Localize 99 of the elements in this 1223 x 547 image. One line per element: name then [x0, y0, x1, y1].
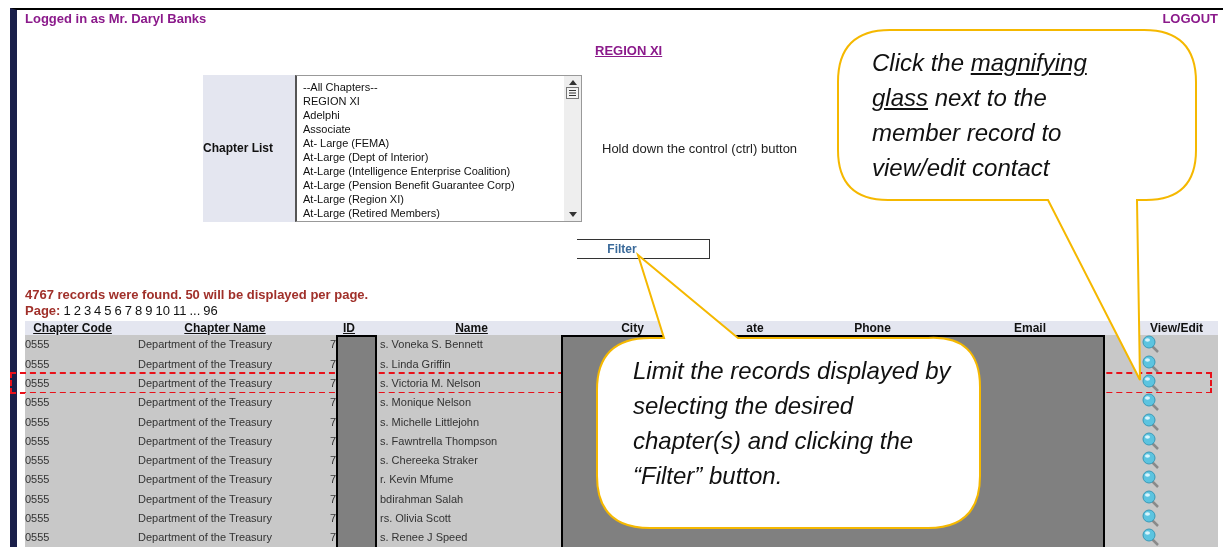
logout-link[interactable]: LOGOUT	[1162, 11, 1218, 27]
table-cell-text: s. Renee J Speed	[379, 531, 469, 544]
table-cell-text: 7	[330, 338, 338, 351]
magnifier-icon[interactable]	[1142, 528, 1159, 547]
chapter-option[interactable]: --All Chapters--	[303, 79, 564, 94]
page-link[interactable]: 2	[73, 302, 81, 318]
table-cell-text: 0555	[25, 473, 51, 486]
table-cell-text: s. Chereeka Straker	[379, 454, 479, 467]
table-cell-text: 7	[330, 434, 338, 447]
table-cell-text: Department of the Treasury	[137, 338, 273, 351]
page-link[interactable]: 6	[114, 302, 122, 318]
table-cell-text: Department of the Treasury	[137, 376, 273, 389]
filter-button[interactable]: Filter	[577, 238, 710, 259]
magnifier-icon[interactable]	[1142, 509, 1159, 528]
table-cell-text: Department of the Treasury	[137, 415, 273, 428]
table-cell-text: 7	[330, 531, 338, 544]
table-cell-text: 0555	[25, 512, 51, 525]
table-cell-text: Department of the Treasury	[137, 473, 273, 486]
logged-in-user: Logged in as Mr. Daryl Banks	[25, 11, 207, 27]
table-cell-text: 0555	[25, 415, 51, 428]
page-link[interactable]: 11	[173, 302, 187, 318]
table-cell-text: 7	[330, 415, 338, 428]
table-cell-text: Department of the Treasury	[137, 454, 273, 467]
table-cell-text: 7	[330, 473, 338, 486]
chapter-option[interactable]: At-Large (Retired Members)	[303, 205, 564, 220]
table-cell-text: 7	[330, 396, 338, 409]
table-cell-text: Department of the Treasury	[137, 531, 273, 544]
chapter-listbox[interactable]	[295, 74, 582, 222]
page-link[interactable]: 9	[145, 302, 153, 318]
table-cell-text: bdirahman Salah	[379, 492, 465, 505]
table-cell-text: 0555	[25, 338, 51, 351]
scroll-down-icon[interactable]	[568, 211, 577, 217]
magnifier-icon[interactable]	[1142, 354, 1159, 373]
table-cell-text: s. Voneka S. Bennett	[379, 338, 484, 351]
table-cell-text: rs. Olivia Scott	[379, 512, 452, 525]
table-cell-text: 7	[330, 512, 338, 525]
column-header: Email	[1013, 320, 1047, 335]
column-header: View/Edit	[1148, 320, 1205, 335]
column-header: City	[620, 320, 645, 335]
page-link[interactable]: 1	[63, 302, 71, 318]
table-cell-text: Department of the Treasury	[137, 396, 273, 409]
table-cell-text: 7	[330, 376, 338, 389]
table-cell-text: 0555	[25, 454, 51, 467]
chapter-option[interactable]: At-Large (Pension Benefit Guarantee Corp)	[303, 177, 564, 192]
table-cell-text: 0555	[25, 357, 51, 370]
records-summary: 4767 records were found. 50 will be displayed per page.	[25, 286, 370, 302]
table-cell-text: s. Fawntrella Thompson	[379, 434, 499, 447]
page-link[interactable]: 3	[83, 302, 92, 318]
column-header[interactable]: Name	[368, 320, 575, 335]
selection-hint: Hold down the control (ctrl) button	[602, 140, 798, 156]
table-cell-text: 7	[330, 492, 338, 505]
region-link[interactable]: REGION XI	[581, 42, 663, 59]
table-cell-text: 7	[330, 454, 338, 467]
table-cell-text: 0555	[25, 531, 51, 544]
column-header: Phone	[853, 320, 892, 335]
scroll-thumb-icon[interactable]	[566, 87, 579, 100]
callout-text: Click the magnifying glass next to the member record to view/edit contact	[872, 48, 1088, 183]
chapter-option[interactable]: At-Large (Region XI)	[303, 191, 564, 206]
table-cell-text: Department of the Treasury	[137, 357, 273, 370]
chapter-option[interactable]: Associate	[303, 121, 564, 136]
magnifier-icon[interactable]	[1142, 470, 1159, 489]
scroll-up-icon[interactable]	[568, 79, 577, 85]
table-cell-text: s. Linda Griffin	[379, 357, 452, 370]
table-cell-text: Department of the Treasury	[137, 512, 273, 525]
chapter-option[interactable]: At- Large (FEMA)	[303, 135, 564, 150]
chapter-option[interactable]: REGION XI	[303, 93, 564, 108]
page-link[interactable]: 10	[155, 302, 170, 318]
column-header: ate	[745, 320, 765, 335]
chapter-option[interactable]: At-Large (Dept of Interior)	[303, 149, 564, 164]
column-header[interactable]: Chapter Name	[120, 320, 330, 335]
table-cell-text: s. Monique Nelson	[379, 396, 473, 409]
chapter-list-label: Chapter List	[203, 74, 295, 222]
table-cell-text: s. Michelle Littlejohn	[379, 415, 481, 428]
callout-text: Limit the records displayed by selecting the desired chapter(s) and clicking the “Filter” button.	[633, 356, 953, 491]
table-cell-text: 0555	[25, 396, 51, 409]
chapter-option[interactable]: At-Large (Intelligence Enterprise Coalition)	[303, 163, 564, 178]
table-cell-text: 0555	[25, 376, 51, 389]
page-label: Page:	[25, 302, 61, 318]
page-link[interactable]: 4	[94, 302, 102, 318]
magnifier-icon[interactable]	[1142, 431, 1159, 450]
page-link[interactable]: 96	[203, 302, 218, 318]
table-cell-text: 7	[330, 357, 338, 370]
table-cell-text: 0555	[25, 434, 51, 447]
page-link[interactable]: ...	[189, 302, 201, 318]
column-header[interactable]: Chapter Code	[25, 320, 120, 335]
table-cell-text: Department of the Treasury	[137, 434, 273, 447]
magnifier-icon[interactable]	[1142, 373, 1159, 392]
page-link[interactable]: 5	[104, 302, 112, 318]
table-cell-text: 0555	[25, 492, 51, 505]
page-link[interactable]: 7	[124, 302, 133, 318]
magnifier-icon[interactable]	[1142, 393, 1159, 412]
chapter-option[interactable]: Adelphi	[303, 107, 564, 122]
table-cell-text: s. Victoria M. Nelson	[379, 376, 482, 389]
table-cell-text: r. Kevin Mfume	[379, 473, 455, 486]
page-link[interactable]: 8	[135, 302, 143, 318]
table-cell-text: Department of the Treasury	[137, 492, 273, 505]
magnifier-icon[interactable]	[1142, 335, 1159, 354]
magnifier-icon[interactable]	[1142, 451, 1159, 470]
column-header[interactable]: ID	[330, 320, 368, 335]
